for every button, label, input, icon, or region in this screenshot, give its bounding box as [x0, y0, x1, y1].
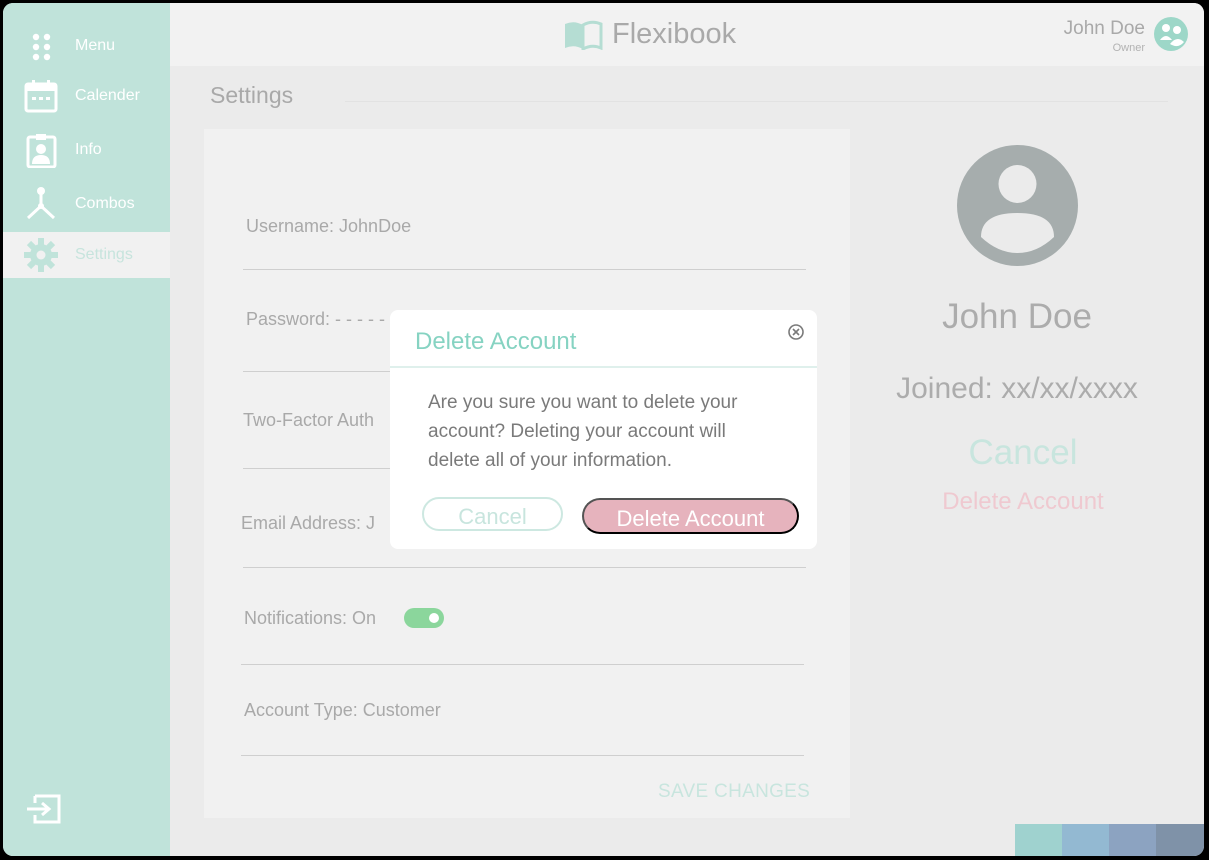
notifications-toggle[interactable]	[404, 608, 444, 628]
dots-grid-icon	[32, 33, 51, 61]
notifications-label: Notifications: On	[244, 608, 377, 628]
calendar-icon	[24, 80, 58, 113]
color-swatch	[1156, 824, 1204, 856]
user-avatar-icon[interactable]	[1154, 17, 1188, 51]
combos-icon	[26, 187, 56, 220]
gear-icon	[24, 238, 58, 272]
profile-joined-date: Joined: xx/xx/xxxx	[896, 372, 1138, 405]
password-field[interactable]: Password: - - - - -	[246, 309, 385, 330]
sidebar-item-menu[interactable]: Menu	[3, 23, 170, 69]
toggle-knob	[429, 613, 439, 623]
profile-cancel-link[interactable]: Cancel	[860, 433, 1186, 473]
sidebar-item-settings[interactable]: Settings	[3, 232, 170, 278]
id-badge-icon	[26, 134, 57, 168]
sidebar: Menu Calender Info Combos Settings	[3, 3, 170, 856]
top-header: Flexibook John Doe Owner	[170, 3, 1204, 66]
sidebar-item-calender[interactable]: Calender	[3, 73, 170, 119]
sidebar-item-label: Calender	[75, 87, 140, 104]
title-divider	[345, 101, 1168, 102]
color-swatch	[1109, 824, 1157, 856]
field-divider	[241, 664, 804, 665]
close-icon[interactable]	[787, 323, 805, 341]
dialog-message: Are you sure you want to delete your acc…	[428, 392, 738, 471]
field-divider	[241, 755, 804, 756]
color-swatch	[1015, 824, 1063, 856]
field-divider	[243, 269, 806, 270]
profile-delete-account-link[interactable]: Delete Account	[860, 488, 1186, 516]
color-swatch	[1062, 824, 1110, 856]
two-factor-field[interactable]: Two-Factor Auth	[243, 410, 374, 431]
delete-account-button[interactable]: Delete Account	[582, 498, 799, 534]
sidebar-item-label: Info	[75, 141, 102, 158]
save-changes-button[interactable]: SAVE CHANGES	[658, 781, 810, 803]
username-field[interactable]: Username: JohnDoe	[246, 216, 411, 237]
sidebar-item-label: Settings	[75, 246, 133, 263]
email-field[interactable]: Email Address: J	[241, 513, 375, 534]
cancel-button[interactable]: Cancel	[422, 497, 563, 531]
user-role: Owner	[1112, 42, 1145, 54]
field-divider	[243, 567, 806, 568]
profile-name: John Doe	[942, 297, 1092, 336]
user-name: John Doe	[1063, 18, 1145, 39]
brand-name: Flexibook	[612, 18, 737, 50]
page-title: Settings	[210, 82, 294, 108]
book-icon	[565, 20, 603, 50]
delete-account-dialog: Delete Account Are you sure you want to …	[390, 310, 817, 549]
dialog-divider	[390, 366, 817, 368]
profile-avatar-icon	[957, 145, 1078, 266]
dialog-title: Delete Account	[415, 328, 577, 355]
app-window: Menu Calender Info Combos Settings Flexi…	[3, 3, 1204, 856]
sidebar-item-label: Menu	[75, 37, 116, 54]
sidebar-item-label: Combos	[75, 195, 135, 212]
logout-icon[interactable]	[25, 792, 63, 826]
sidebar-item-info[interactable]: Info	[3, 127, 170, 173]
sidebar-item-combos[interactable]: Combos	[3, 181, 170, 227]
account-type-field: Account Type: Customer	[244, 700, 441, 720]
